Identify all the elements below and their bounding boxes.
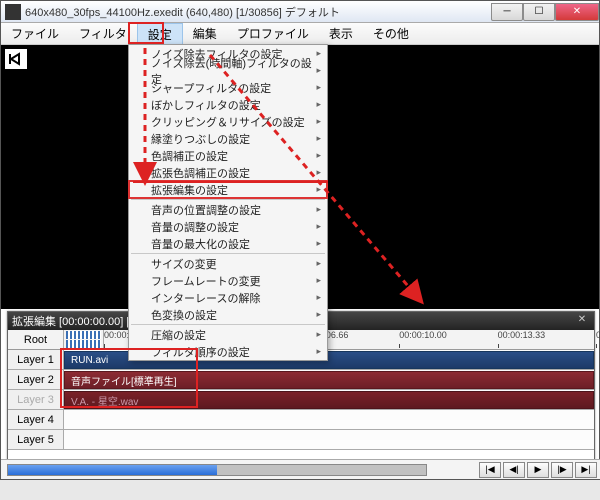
dropdown-separator [131, 324, 325, 325]
menu-ファイル[interactable]: ファイル [1, 23, 69, 44]
dropdown-item[interactable]: フィルタ順序の設定 [129, 343, 327, 360]
layer-track[interactable]: 音声ファイル[標準再生] [64, 370, 594, 389]
timeline-row: Layer 2音声ファイル[標準再生] [8, 370, 594, 390]
dropdown-item[interactable]: インターレースの解除 [129, 289, 327, 306]
timeline-root[interactable]: Root [8, 330, 64, 349]
close-button[interactable]: ✕ [555, 3, 599, 21]
dropdown-item[interactable]: クリッピング＆リサイズの設定 [129, 113, 327, 130]
timeline-close-icon[interactable]: ✕ [574, 314, 590, 328]
menu-設定[interactable]: 設定 [137, 23, 183, 44]
dropdown-item[interactable]: 縁塗りつぶしの設定 [129, 130, 327, 147]
timeline-row: Layer 3V.A. - 星空.wav [8, 390, 594, 410]
timeline-body: Layer 1RUN.aviLayer 2音声ファイル[標準再生]Layer 3… [8, 350, 594, 450]
titlebar: 640x480_30fps_44100Hz.exedit (640,480) [… [1, 1, 599, 23]
dropdown-separator [131, 199, 325, 200]
timeline-scale[interactable] [64, 330, 104, 349]
ruler-tick: 00:00:10.00 [399, 330, 447, 340]
dropdown-item[interactable]: 音量の調整の設定 [129, 218, 327, 235]
settings-dropdown: ノイズ除去フィルタの設定ノイズ除去(時間軸)フィルタの設定シャープフィルタの設定… [128, 44, 328, 361]
layer-label[interactable]: Layer 4 [8, 410, 64, 429]
app-icon [5, 4, 21, 20]
menu-プロファイル[interactable]: プロファイル [227, 23, 319, 44]
layer-label[interactable]: Layer 3 [8, 390, 64, 409]
maximize-button[interactable]: ☐ [523, 3, 555, 21]
menu-編集[interactable]: 編集 [183, 23, 227, 44]
dropdown-separator [131, 253, 325, 254]
dropdown-item[interactable]: ノイズ除去(時間軸)フィルタの設定 [129, 62, 327, 79]
timeline-clip[interactable]: V.A. - 星空.wav [64, 391, 594, 409]
dropdown-item[interactable]: 音声の位置調整の設定 [129, 201, 327, 218]
menu-その他[interactable]: その他 [363, 23, 419, 44]
menu-表示[interactable]: 表示 [319, 23, 363, 44]
dropdown-item[interactable]: 拡張色調補正の設定 [129, 164, 327, 181]
timeline-row: Layer 4 [8, 410, 594, 430]
back-start-icon[interactable] [5, 49, 27, 69]
window-controls: ─ ☐ ✕ [491, 3, 599, 21]
window-title: 640x480_30fps_44100Hz.exedit (640,480) [… [25, 4, 491, 20]
menu-フィルタ[interactable]: フィルタ [69, 23, 137, 44]
first-button[interactable]: |◀ [479, 462, 501, 478]
ruler-tick: 00:00:13.33 [498, 330, 546, 340]
layer-label[interactable]: Layer 1 [8, 350, 64, 369]
layer-track[interactable] [64, 430, 594, 449]
layer-track[interactable]: V.A. - 星空.wav [64, 390, 594, 409]
minimize-button[interactable]: ─ [491, 3, 523, 21]
layer-label[interactable]: Layer 2 [8, 370, 64, 389]
play-button[interactable]: ▶ [527, 462, 549, 478]
dropdown-item[interactable]: フレームレートの変更 [129, 272, 327, 289]
dropdown-item[interactable]: 色調補正の設定 [129, 147, 327, 164]
dropdown-item[interactable]: サイズの変更 [129, 255, 327, 272]
timeline-row: Layer 5 [8, 430, 594, 450]
player-buttons: |◀◀|▶|▶▶| [479, 462, 600, 478]
ruler-tick: 00:00:16 [596, 330, 600, 340]
player-bar: |◀◀|▶|▶▶| [1, 459, 600, 479]
step-back-button[interactable]: ◀| [503, 462, 525, 478]
layer-label[interactable]: Layer 5 [8, 430, 64, 449]
layer-track[interactable] [64, 410, 594, 429]
dropdown-item[interactable]: 音量の最大化の設定 [129, 235, 327, 252]
seek-slider[interactable] [7, 464, 427, 476]
dropdown-item[interactable]: シャープフィルタの設定 [129, 79, 327, 96]
last-button[interactable]: ▶| [575, 462, 597, 478]
dropdown-item[interactable]: ぼかしフィルタの設定 [129, 96, 327, 113]
timeline-clip[interactable]: 音声ファイル[標準再生] [64, 371, 594, 389]
dropdown-item[interactable]: 拡張編集の設定 [129, 181, 327, 198]
step-fwd-button[interactable]: |▶ [551, 462, 573, 478]
dropdown-item[interactable]: 圧縮の設定 [129, 326, 327, 343]
dropdown-item[interactable]: 色変換の設定 [129, 306, 327, 323]
menubar: ファイルフィルタ設定編集プロファイル表示その他 [1, 23, 599, 45]
